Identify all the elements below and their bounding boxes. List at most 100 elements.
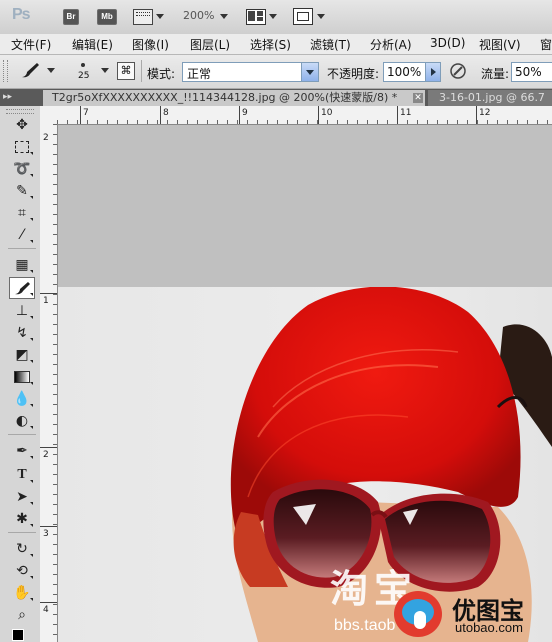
- ruler-major-tick: [40, 602, 57, 603]
- view-extras-dropdown-icon[interactable]: [156, 14, 164, 19]
- bandage-icon: ▦: [15, 257, 29, 273]
- mode-label: 模式:: [147, 67, 176, 81]
- dodge-tool[interactable]: ◐: [10, 411, 34, 431]
- eyedropper-icon: ⁄: [20, 227, 24, 243]
- blur-tool[interactable]: 💧: [10, 389, 34, 409]
- gradient-icon: [14, 371, 30, 383]
- bridge-button[interactable]: Br: [63, 9, 79, 25]
- menu-bar: 文件(F) 编辑(E) 图像(I) 图层(L) 选择(S) 滤镜(T) 分析(A…: [0, 34, 552, 55]
- foreground-color-swatch[interactable]: [12, 629, 24, 641]
- ruler-major-tick: [160, 106, 161, 124]
- rectangular-marquee-icon: [15, 141, 29, 153]
- application-bar: Ps Br Mb 200%: [0, 0, 552, 35]
- flow-field[interactable]: 50%: [511, 62, 552, 82]
- mini-bridge-button[interactable]: Mb: [97, 9, 117, 25]
- menu-analysis[interactable]: 分析(A): [370, 36, 412, 53]
- ruler-major-tick: [40, 293, 57, 294]
- tab-other-document[interactable]: 3-16-01.jpg @ 66.7: [428, 90, 552, 106]
- type-tool[interactable]: T: [10, 465, 34, 485]
- type-icon: T: [17, 467, 27, 482]
- eyedropper-tool[interactable]: ⁄: [10, 225, 34, 245]
- tablet-pressure-opacity-icon[interactable]: [448, 62, 468, 80]
- shape-tool[interactable]: ✱: [10, 509, 34, 529]
- blend-mode-dropdown-icon[interactable]: [301, 63, 318, 81]
- zoom-dropdown-icon[interactable]: [220, 14, 228, 19]
- ruler-label: 12: [479, 108, 491, 118]
- 3d-rotate-icon: ↻: [16, 541, 28, 557]
- move-tool[interactable]: ✥: [10, 115, 34, 135]
- menu-edit[interactable]: 编辑(E): [72, 36, 113, 53]
- brush-tool[interactable]: [9, 277, 35, 299]
- history-brush-tool[interactable]: ↯: [10, 323, 34, 343]
- 3d-rotate-tool[interactable]: ↻: [10, 539, 34, 559]
- menu-view[interactable]: 视图(V): [479, 36, 521, 53]
- tab-active-document[interactable]: T2gr5oXfXXXXXXXXXX_!!114344128.jpg @ 200…: [43, 90, 425, 106]
- ruler-label: 3: [43, 529, 49, 539]
- menu-window[interactable]: 窗: [540, 36, 552, 53]
- custom-shape-icon: ✱: [16, 511, 28, 527]
- dodge-icon: ◐: [15, 413, 29, 429]
- ruler-origin[interactable]: [40, 106, 58, 125]
- options-separator: [141, 60, 142, 82]
- ruler-major-tick: [397, 106, 398, 124]
- menu-file[interactable]: 文件(F): [11, 36, 51, 53]
- vertical-ruler[interactable]: 2 1 2 3 4: [40, 124, 58, 642]
- blend-mode-select[interactable]: 正常: [182, 62, 319, 82]
- lasso-tool[interactable]: ➰: [10, 159, 34, 179]
- eraser-icon: ◩: [15, 347, 29, 363]
- taobao-watermark-url: bbs.taob: [334, 617, 396, 634]
- path-selection-icon: ➤: [16, 489, 28, 505]
- utobao-watermark-url: utobao.com: [455, 620, 523, 635]
- menu-select[interactable]: 选择(S): [250, 36, 291, 53]
- clone-stamp-tool[interactable]: ⊥: [10, 301, 34, 321]
- zoom-icon: ⌕: [18, 607, 26, 623]
- eraser-tool[interactable]: ◩: [10, 345, 34, 365]
- menu-layer[interactable]: 图层(L): [190, 36, 230, 53]
- menu-3d[interactable]: 3D(D): [430, 36, 465, 50]
- zoom-level[interactable]: 200%: [183, 9, 214, 22]
- brush-panel-toggle-icon[interactable]: ⌘: [117, 62, 135, 80]
- tab-active-document-label: T2gr5oXfXXXXXXXXXX_!!114344128.jpg @ 200…: [52, 91, 398, 104]
- panel-collapse-icon[interactable]: ▸▸: [3, 91, 19, 103]
- ruler-label: 11: [400, 108, 412, 118]
- zoom-tool[interactable]: ⌕: [10, 605, 34, 625]
- ruler-label: 1: [43, 296, 49, 306]
- marquee-tool[interactable]: [10, 137, 34, 157]
- tools-panel-grip: [6, 109, 34, 114]
- hand-tool[interactable]: ✋: [10, 583, 34, 603]
- pen-tool[interactable]: ✒: [10, 441, 34, 461]
- close-icon[interactable]: ✕: [413, 93, 423, 103]
- healing-brush-tool[interactable]: ▦: [10, 255, 34, 275]
- menu-filter[interactable]: 滤镜(T): [310, 36, 351, 53]
- view-extras-button[interactable]: [133, 9, 153, 25]
- blend-mode-value: 正常: [187, 67, 212, 81]
- ruler-major-tick: [318, 106, 319, 124]
- flow-value: 50%: [515, 65, 542, 79]
- ruler-major-tick: [40, 526, 57, 527]
- quick-selection-tool[interactable]: ✎: [10, 181, 34, 201]
- brush-picker-dropdown-icon[interactable]: [101, 68, 109, 73]
- crop-tool[interactable]: ⌗: [10, 203, 34, 223]
- arrange-dropdown-icon[interactable]: [269, 14, 277, 19]
- screen-mode-button[interactable]: [293, 8, 313, 25]
- opacity-field[interactable]: 100%: [383, 62, 441, 82]
- brush-preset-dropdown-icon[interactable]: [47, 68, 55, 73]
- opacity-slider-button[interactable]: [425, 63, 440, 81]
- brush-preset-icon[interactable]: [18, 60, 42, 80]
- screen-mode-dropdown-icon[interactable]: [317, 14, 325, 19]
- document-canvas[interactable]: 淘宝 bbs.taob 优图宝 utobao.com: [58, 125, 552, 642]
- 3d-orbit-tool[interactable]: ⟲: [10, 561, 34, 581]
- menu-image[interactable]: 图像(I): [132, 36, 169, 53]
- photo-image[interactable]: [58, 287, 552, 642]
- path-selection-tool[interactable]: ➤: [10, 487, 34, 507]
- brush-picker[interactable]: 25: [70, 59, 98, 83]
- move-icon: ✥: [16, 117, 28, 133]
- flow-label: 流量:: [481, 67, 510, 81]
- brush-size-value: 25: [78, 71, 90, 81]
- horizontal-ruler[interactable]: 7 8 9 10 11 12: [57, 106, 552, 125]
- gradient-tool[interactable]: [10, 367, 34, 387]
- arrange-documents-button[interactable]: [246, 9, 266, 25]
- blur-drop-icon: 💧: [13, 391, 31, 407]
- photoshop-logo: Ps: [12, 6, 31, 23]
- ruler-label: 10: [321, 108, 333, 118]
